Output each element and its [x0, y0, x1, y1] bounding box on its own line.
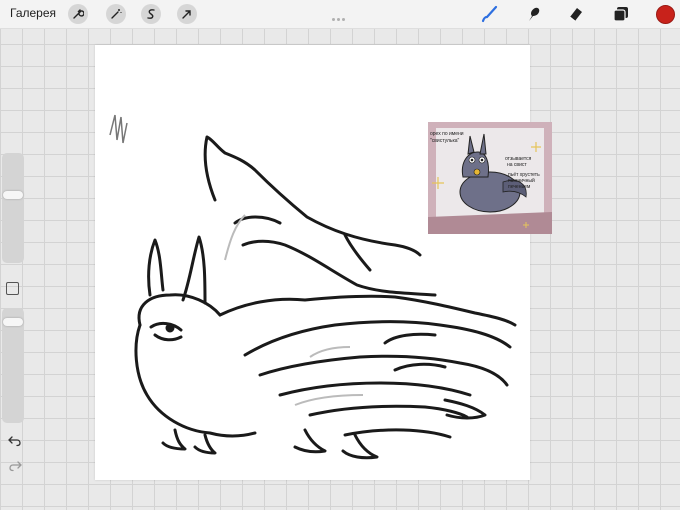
- undo-icon[interactable]: [8, 432, 22, 447]
- drawing-canvas[interactable]: орех по имени "свистулька" отзывается на…: [95, 45, 552, 480]
- modify-square-icon[interactable]: [6, 282, 19, 295]
- smudge-icon[interactable]: [523, 3, 545, 25]
- creature-sketch: [109, 114, 517, 460]
- reference-text-4: на свист: [507, 162, 527, 168]
- brush-size-thumb[interactable]: [3, 191, 23, 199]
- opacity-slider[interactable]: [2, 308, 24, 423]
- transform-arrow-icon[interactable]: [177, 4, 197, 24]
- reference-text-1: орех по имени: [430, 131, 464, 137]
- reference-image[interactable]: орех по имени "свистулька" отзывается на…: [428, 122, 552, 234]
- magic-wand-icon[interactable]: [106, 4, 126, 24]
- color-picker-button[interactable]: [656, 5, 675, 24]
- reference-text-7: печеньем: [508, 184, 531, 190]
- eraser-icon[interactable]: [565, 3, 587, 25]
- wrench-icon[interactable]: [68, 4, 88, 24]
- gallery-button[interactable]: Галерея: [10, 6, 56, 20]
- redo-icon[interactable]: [8, 457, 22, 472]
- brush-size-slider[interactable]: [2, 153, 24, 263]
- brush-icon[interactable]: [478, 3, 500, 25]
- selection-icon[interactable]: [141, 4, 161, 24]
- layers-icon[interactable]: [610, 3, 632, 25]
- opacity-thumb[interactable]: [3, 318, 23, 326]
- drag-handle[interactable]: [332, 6, 348, 21]
- top-toolbar: Галерея: [0, 0, 680, 29]
- reference-text-2: "свистулька": [430, 138, 460, 144]
- left-sidebar: [2, 153, 24, 472]
